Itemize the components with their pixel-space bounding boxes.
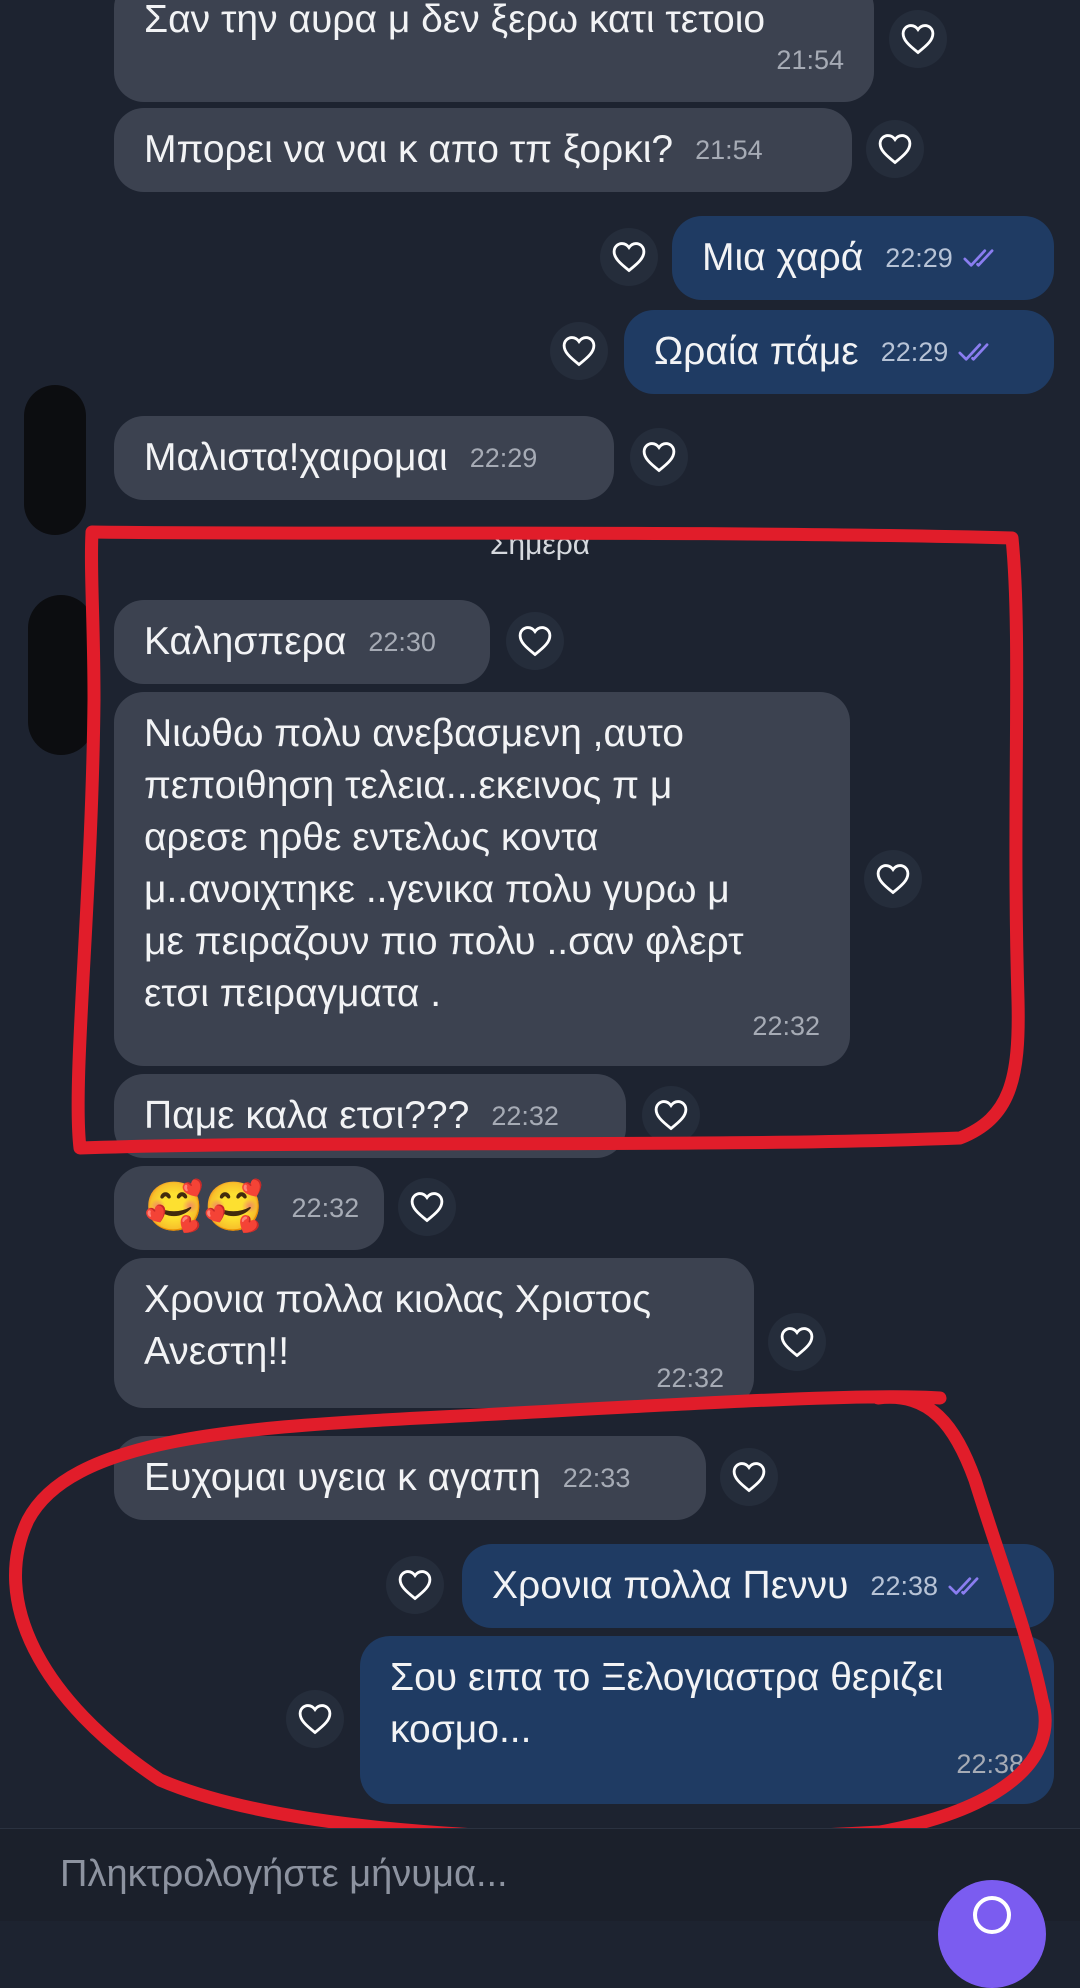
incoming-message[interactable]: Χρονια πολλα κιολας Χριστος Ανεστη!! 22:…	[114, 1258, 754, 1408]
double-check-icon	[948, 1575, 988, 1597]
avatar	[28, 595, 94, 755]
react-heart-icon[interactable]	[600, 228, 658, 286]
react-heart-icon[interactable]	[720, 1448, 778, 1506]
react-heart-icon[interactable]	[642, 1086, 700, 1144]
message-line: με πειραζουν πιο πολυ ..σαν φλερτ	[144, 920, 744, 963]
react-heart-icon[interactable]	[386, 1556, 444, 1614]
react-heart-icon[interactable]	[506, 612, 564, 670]
message-time: 22:30	[368, 627, 436, 657]
double-check-icon	[963, 247, 1003, 269]
message-time: 22:32	[656, 1363, 724, 1393]
react-heart-icon[interactable]	[630, 428, 688, 486]
react-heart-icon[interactable]	[398, 1178, 456, 1236]
message-text: Μια χαρά	[702, 236, 864, 279]
message-text: Καλησπερα	[144, 620, 347, 663]
message-line: Σου ειπα το Ξελογιαστρα θεριζει	[390, 1656, 944, 1699]
emoji-text: 🥰🥰	[144, 1181, 264, 1234]
outgoing-message[interactable]: Χρονια πολλα Πεννυ 22:38	[462, 1544, 1054, 1628]
message-line: μ..ανοιχτηκε ..γενικα πολυ γυρω μ	[144, 868, 730, 911]
react-heart-icon[interactable]	[286, 1690, 344, 1748]
message-time: 22:32	[752, 1011, 820, 1041]
avatar	[24, 385, 86, 535]
composer-bar	[0, 1828, 1080, 1921]
message-time: 22:38	[870, 1571, 938, 1601]
message-time: 22:29	[885, 243, 953, 273]
incoming-message[interactable]: Παμε καλα ετσι??? 22:32	[114, 1074, 626, 1158]
message-text: Χρονια πολλα Πεννυ	[492, 1564, 849, 1607]
chat-area: Σαν την αυρα μ δεν ξερω κατι τετοιο 21:5…	[0, 0, 1080, 1828]
react-heart-icon[interactable]	[550, 322, 608, 380]
outgoing-message[interactable]: Σου ειπα το Ξελογιαστρα θεριζει κοσμο...…	[360, 1636, 1054, 1804]
message-text: Μαλιστα!χαιρομαι	[144, 436, 448, 479]
message-text: Ωραία πάμε	[654, 330, 859, 373]
react-heart-icon[interactable]	[866, 120, 924, 178]
double-check-icon	[958, 341, 998, 363]
camera-button[interactable]	[938, 1880, 1046, 1988]
incoming-message[interactable]: Ευχομαι υγεια κ αγαπη 22:33	[114, 1436, 706, 1520]
message-line: Χρονια πολλα κιολας Χριστος	[144, 1278, 651, 1321]
message-time: 22:29	[469, 443, 538, 473]
message-text: Μπορει να ναι κ απο τπ ξορκι?	[144, 128, 674, 171]
message-text: Παμε καλα ετσι???	[144, 1094, 470, 1137]
message-text: Σαν την αυρα μ δεν ξερω κατι τετοιο	[144, 0, 766, 41]
incoming-message[interactable]: 🥰🥰 22:32	[114, 1166, 384, 1250]
outgoing-message[interactable]: Ωραία πάμε 22:29	[624, 310, 1054, 394]
message-time: 21:54	[695, 135, 763, 165]
message-time: 22:33	[562, 1463, 631, 1493]
message-line: Ανεστη!!	[144, 1330, 290, 1373]
message-time: 22:29	[880, 337, 949, 367]
incoming-message[interactable]: Σαν την αυρα μ δεν ξερω κατι τετοιο 21:5…	[114, 0, 874, 102]
message-input[interactable]	[58, 1843, 942, 1905]
message-time: 22:38	[956, 1749, 1024, 1779]
react-heart-icon[interactable]	[768, 1313, 826, 1371]
camera-icon	[973, 1896, 1011, 1934]
incoming-message[interactable]: Μπορει να ναι κ απο τπ ξορκι? 21:54	[114, 108, 852, 192]
message-line: αρεσε ηρθε εντελως κοντα	[144, 816, 599, 859]
message-line: ετσι πειραγματα .	[144, 972, 442, 1015]
outgoing-message[interactable]: Μια χαρά 22:29	[672, 216, 1054, 300]
incoming-message[interactable]: Καλησπερα 22:30	[114, 600, 490, 684]
date-separator: Σημερα	[489, 528, 591, 561]
message-line: πεποιθηση τελεια...εκεινος π μ	[144, 764, 673, 807]
message-time: 22:32	[491, 1101, 559, 1131]
incoming-message[interactable]: Νιωθω πολυ ανεβασμενη ,αυτο πεποιθηση τε…	[114, 692, 850, 1066]
message-line: κοσμο...	[390, 1708, 532, 1751]
message-line: Νιωθω πολυ ανεβασμενη ,αυτο	[144, 712, 684, 755]
incoming-message[interactable]: Μαλιστα!χαιρομαι 22:29	[114, 416, 614, 500]
message-text: Ευχομαι υγεια κ αγαπη	[144, 1456, 541, 1499]
react-heart-icon[interactable]	[889, 10, 947, 68]
react-heart-icon[interactable]	[864, 850, 922, 908]
message-time: 22:32	[291, 1193, 360, 1223]
message-time: 21:54	[776, 45, 844, 75]
